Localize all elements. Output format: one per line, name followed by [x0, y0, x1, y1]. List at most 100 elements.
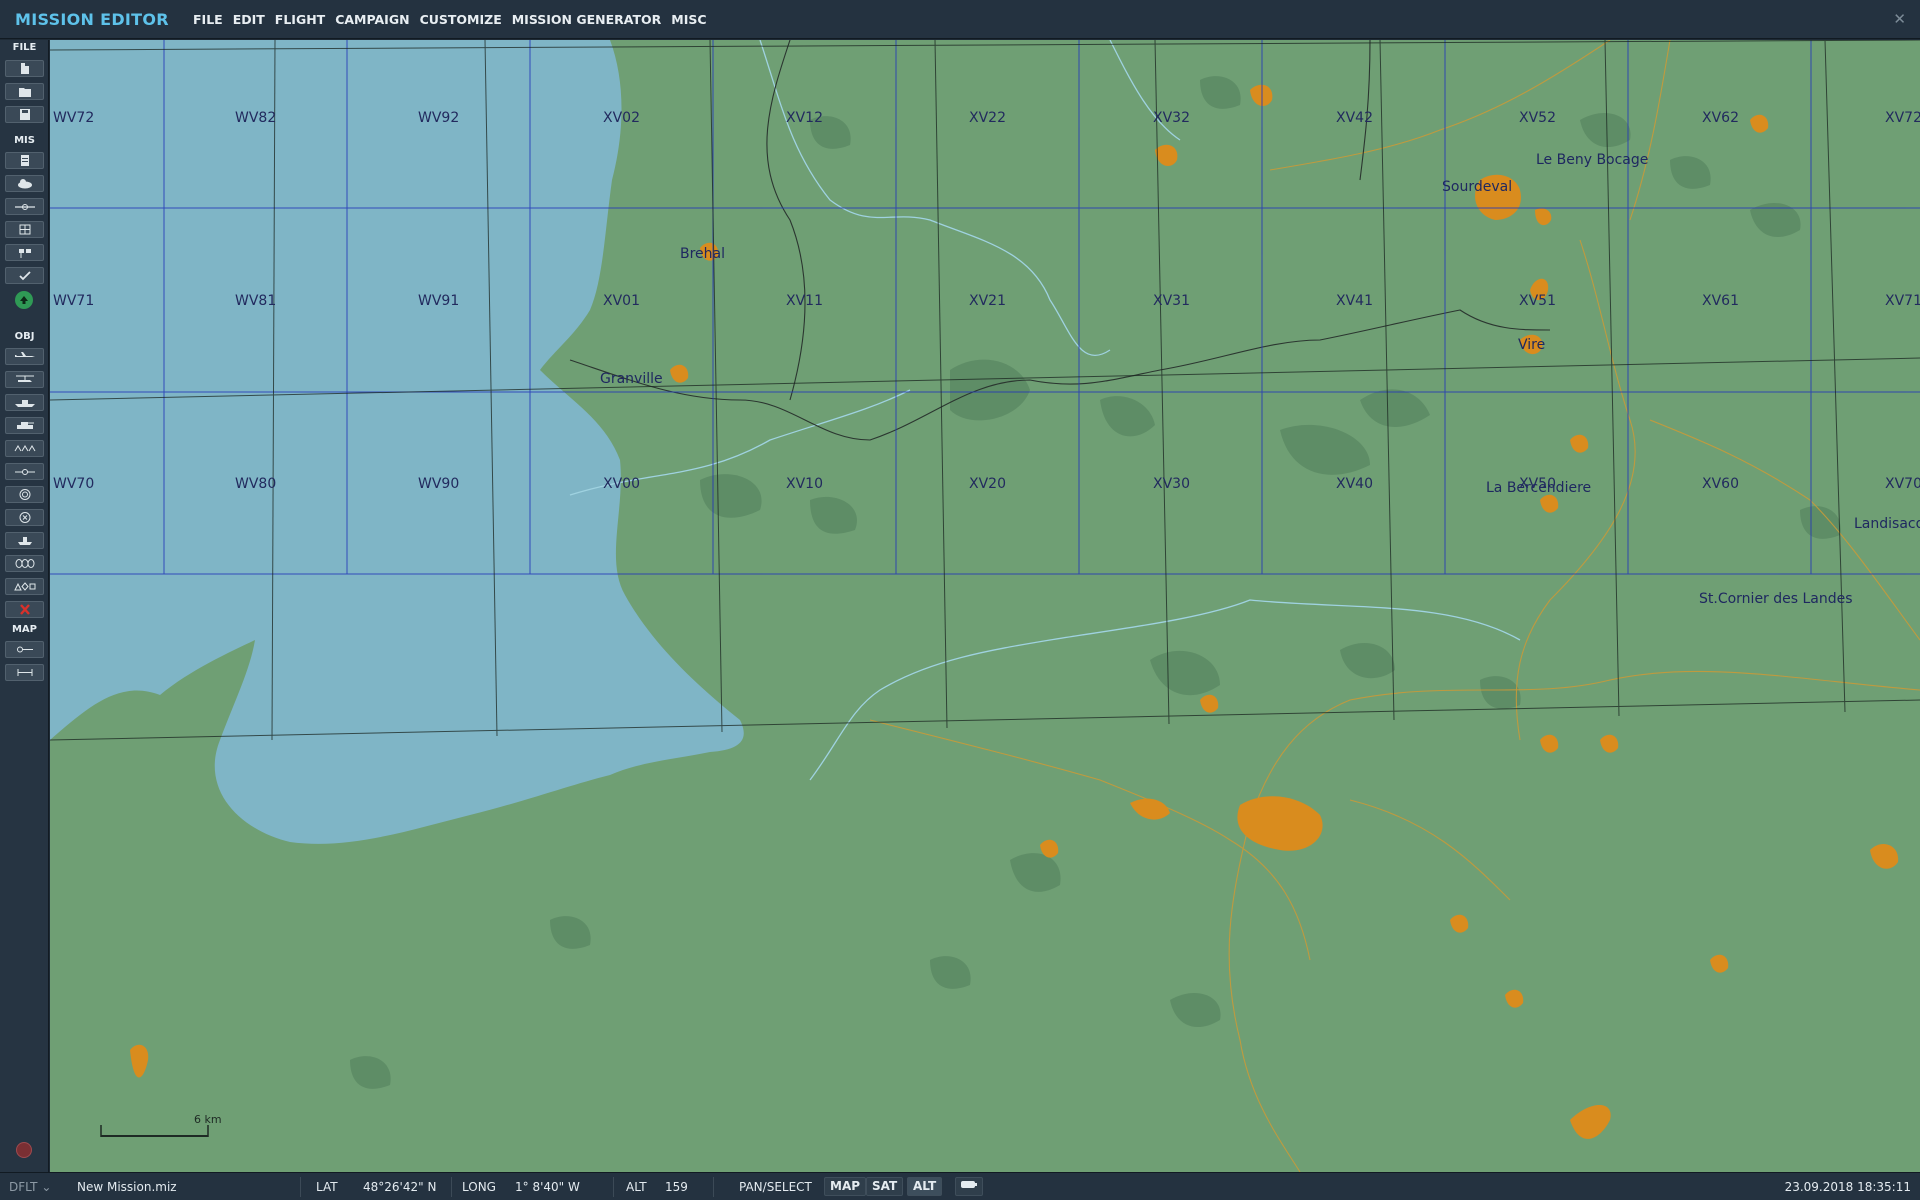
ruler-icon[interactable]: [5, 664, 44, 681]
grid-label: WV81: [235, 293, 277, 309]
grid-label: XV12: [786, 110, 823, 126]
menu-campaign[interactable]: CAMPAIGN: [335, 12, 409, 27]
save-file-icon[interactable]: [5, 106, 44, 123]
map-canvas: [50, 40, 1920, 1172]
menu-edit[interactable]: EDIT: [233, 12, 265, 27]
divider: [713, 1177, 714, 1197]
status-bar: DFLT ⌄ New Mission.miz LAT 48°26'42" N L…: [0, 1172, 1920, 1200]
menu-file[interactable]: FILE: [193, 12, 223, 27]
ship-icon[interactable]: [5, 394, 44, 411]
grid-label: XV40: [1336, 476, 1373, 492]
grid-label: XV72: [1885, 110, 1920, 126]
grid-label: WV70: [53, 476, 95, 492]
section-label-map: MAP: [11, 624, 38, 635]
grid-label: XV32: [1153, 110, 1190, 126]
grid-label: XV00: [603, 476, 640, 492]
town-label: St.Cornier des Landes: [1699, 591, 1853, 607]
close-icon[interactable]: ✕: [1893, 10, 1906, 28]
waypoint-icon[interactable]: [5, 463, 44, 480]
goals-icon[interactable]: [5, 244, 44, 261]
grid-label: WV72: [53, 110, 95, 126]
grid-label: XV30: [1153, 476, 1190, 492]
triggers-icon[interactable]: [5, 221, 44, 238]
alt-value: 159: [665, 1180, 688, 1194]
profile-label: DFLT: [9, 1180, 38, 1194]
ground-unit-icon[interactable]: [5, 417, 44, 434]
town-label: Granville: [600, 371, 663, 387]
delete-icon[interactable]: [5, 601, 44, 618]
grid-label: WV82: [235, 110, 277, 126]
app-title: MISSION EDITOR: [15, 9, 169, 29]
grid-label: XV41: [1336, 293, 1373, 309]
menu-misc[interactable]: MISC: [671, 12, 706, 27]
grid-label: XV01: [603, 293, 640, 309]
grid-label: XV22: [969, 110, 1006, 126]
grid-label: XV42: [1336, 110, 1373, 126]
menu-flight[interactable]: FLIGHT: [275, 12, 325, 27]
divider: [613, 1177, 614, 1197]
grid-label: XV10: [786, 476, 823, 492]
grid-label: XV02: [603, 110, 640, 126]
check-icon[interactable]: [5, 267, 44, 284]
grid-label: WV90: [418, 476, 460, 492]
map-view-button[interactable]: MAP: [824, 1177, 867, 1196]
cargo-icon[interactable]: [5, 532, 44, 549]
map-view[interactable]: WV72 WV82 WV92 XV02 XV12 XV22 XV32 XV42 …: [50, 40, 1920, 1172]
zones-icon[interactable]: [5, 555, 44, 572]
datetime: 23.09.2018 18:35:11: [1784, 1180, 1911, 1194]
template-icon[interactable]: [5, 440, 44, 457]
layer-toggle-icon[interactable]: [955, 1177, 983, 1196]
briefing-icon[interactable]: [5, 152, 44, 169]
grid-label: WV71: [53, 293, 95, 309]
target-icon[interactable]: [5, 486, 44, 503]
map-options-icon[interactable]: [5, 641, 44, 658]
lat-label: LAT: [316, 1180, 338, 1194]
mode-label: PAN/SELECT: [739, 1180, 812, 1194]
grid-label: WV91: [418, 293, 460, 309]
sat-view-button[interactable]: SAT: [866, 1177, 904, 1196]
town-label: Vire: [1518, 337, 1546, 353]
long-label: LONG: [462, 1180, 496, 1194]
go-icon[interactable]: [15, 291, 33, 309]
section-label-mis: MIS: [14, 135, 35, 146]
town-label: Brehal: [680, 246, 726, 262]
town-label: Sourdeval: [1442, 179, 1513, 195]
long-value: 1° 8'40" W: [515, 1180, 580, 1194]
grid-label: WV92: [418, 110, 460, 126]
section-label-obj: OBJ: [14, 331, 35, 342]
top-menu-bar: MISSION EDITOR FILE EDIT FLIGHT CAMPAIGN…: [0, 0, 1920, 39]
alt-label: ALT: [626, 1180, 647, 1194]
grid-label: XV71: [1885, 293, 1920, 309]
lat-value: 48°26'42" N: [363, 1180, 437, 1194]
town-label: Le Beny Bocage: [1536, 152, 1649, 168]
grid-label: WV80: [235, 476, 277, 492]
section-label-file: FILE: [12, 42, 37, 53]
scale-label: 6 km: [194, 1113, 222, 1126]
town-label: Landisacq: [1854, 516, 1920, 532]
chevron-down-icon: ⌄: [41, 1180, 52, 1194]
exit-icon[interactable]: [16, 1142, 32, 1158]
menu-customize[interactable]: CUSTOMIZE: [420, 12, 502, 27]
airplane-icon[interactable]: [5, 348, 44, 365]
profile-select[interactable]: DFLT ⌄: [9, 1180, 51, 1194]
grid-label: XV70: [1885, 476, 1920, 492]
trigger-zone-icon[interactable]: [5, 198, 44, 215]
static-object-icon[interactable]: [5, 509, 44, 526]
grid-label: XV20: [969, 476, 1006, 492]
divider: [300, 1177, 301, 1197]
alt-view-button[interactable]: ALT: [907, 1177, 943, 1196]
helicopter-icon[interactable]: [5, 371, 44, 388]
open-file-icon[interactable]: [5, 83, 44, 100]
town-label: La Bercendiere: [1486, 480, 1592, 496]
grid-label: XV61: [1702, 293, 1739, 309]
grid-label: XV62: [1702, 110, 1739, 126]
divider: [451, 1177, 452, 1197]
grid-label: XV51: [1519, 293, 1556, 309]
menu-mission-generator[interactable]: MISSION GENERATOR: [512, 12, 662, 27]
left-toolbar: FILE MIS OBJ MAP: [0, 40, 49, 1172]
new-file-icon[interactable]: [5, 60, 44, 77]
weather-icon[interactable]: [5, 175, 44, 192]
grid-label: XV52: [1519, 110, 1556, 126]
scale-bar: 6 km: [100, 1113, 222, 1149]
shapes-icon[interactable]: [5, 578, 44, 595]
